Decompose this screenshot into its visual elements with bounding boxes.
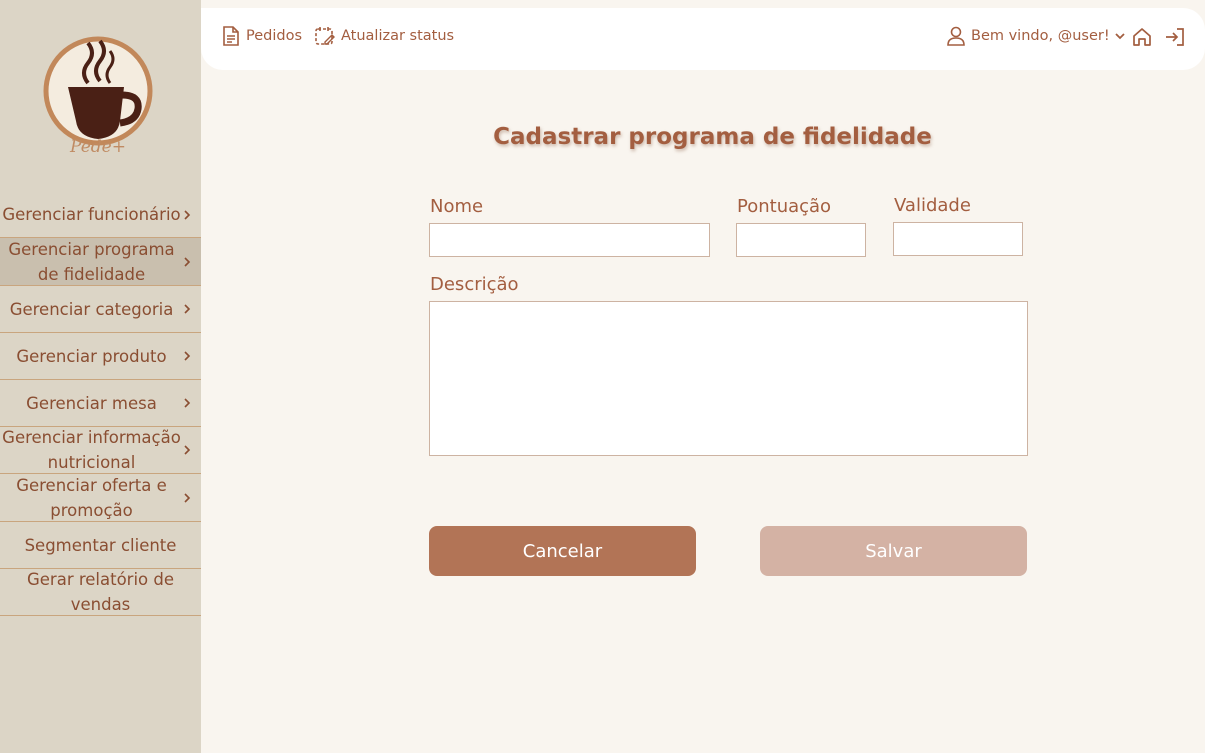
- sidebar-item-gerenciar-informacao-nutricional[interactable]: Gerenciar informação nutricional: [0, 427, 201, 474]
- chevron-right-icon: [184, 398, 191, 408]
- document-icon: [223, 26, 239, 46]
- sidebar-item-label: Gerenciar programa de fidelidade: [8, 239, 175, 284]
- sidebar-item-gerenciar-oferta-e-promocao[interactable]: Gerenciar oferta e promoção: [0, 474, 201, 522]
- update-status-label: Atualizar status: [341, 28, 455, 44]
- sidebar-item-label: Gerenciar informação nutricional: [2, 428, 181, 472]
- description-label: Descrição: [430, 274, 519, 295]
- sidebar-item-gerenciar-funcionario[interactable]: Gerenciar funcionário: [0, 192, 201, 238]
- chevron-right-icon: [184, 256, 191, 267]
- chevron-right-icon: [184, 445, 191, 455]
- save-button[interactable]: Salvar: [760, 526, 1027, 576]
- sidebar-item-label: Segmentar cliente: [24, 535, 177, 555]
- validity-label: Validade: [894, 195, 971, 216]
- welcome-label: Bem vindo, @user!: [971, 28, 1110, 44]
- points-label: Pontuação: [737, 196, 832, 217]
- chevron-right-icon: [184, 492, 191, 503]
- sidebar-item-label: Gerenciar oferta e promoção: [16, 475, 167, 520]
- logout-icon[interactable]: [1164, 26, 1186, 48]
- sidebar-item-gerar-relatorio-de-vendas[interactable]: Gerar relatório de vendas: [0, 569, 201, 616]
- name-label: Nome: [430, 196, 484, 217]
- chevron-right-icon: [184, 209, 191, 220]
- sidebar-nav: Gerenciar funcionário Gerenciar programa…: [0, 192, 201, 616]
- name-field[interactable]: [429, 223, 710, 257]
- validity-field[interactable]: [893, 222, 1023, 256]
- user-menu[interactable]: Bem vindo, @user!: [946, 25, 1127, 47]
- chevron-right-icon: [184, 304, 191, 314]
- sidebar-item-segmentar-cliente[interactable]: Segmentar cliente: [0, 522, 201, 569]
- page-title: Cadastrar programa de fidelidade: [493, 124, 932, 150]
- calendar-edit-icon: [315, 27, 335, 45]
- user-icon: [947, 26, 965, 46]
- home-icon[interactable]: [1131, 26, 1153, 48]
- sidebar-item-label: Gerenciar categoria: [9, 299, 174, 319]
- update-status-link[interactable]: Atualizar status: [314, 25, 454, 47]
- chevron-down-icon: [1115, 33, 1125, 40]
- orders-link[interactable]: Pedidos: [221, 25, 302, 47]
- sidebar-item-gerenciar-mesa[interactable]: Gerenciar mesa: [0, 380, 201, 427]
- sidebar-item-label: Gerenciar produto: [16, 346, 167, 366]
- sidebar-item-label: Gerar relatório de vendas: [26, 570, 175, 614]
- chevron-right-icon: [184, 351, 191, 361]
- sidebar-item-label: Gerenciar mesa: [26, 393, 157, 413]
- points-field[interactable]: [736, 223, 866, 257]
- top-bar: Pedidos Atualizar status Bem vindo, @use…: [201, 8, 1205, 70]
- cancel-button[interactable]: Cancelar: [429, 526, 696, 576]
- brand-name: Pede+: [70, 137, 126, 157]
- sidebar-item-gerenciar-programa-de-fidelidade[interactable]: Gerenciar programa de fidelidade: [0, 238, 201, 286]
- sidebar-item-label: Gerenciar funcionário: [2, 205, 181, 224]
- sidebar-item-gerenciar-produto[interactable]: Gerenciar produto: [0, 333, 201, 380]
- sidebar-item-gerenciar-categoria[interactable]: Gerenciar categoria: [0, 286, 201, 333]
- sidebar: Pede+ Gerenciar funcionário Gerenciar pr…: [0, 0, 201, 753]
- orders-label: Pedidos: [246, 28, 303, 44]
- description-field[interactable]: [429, 301, 1028, 456]
